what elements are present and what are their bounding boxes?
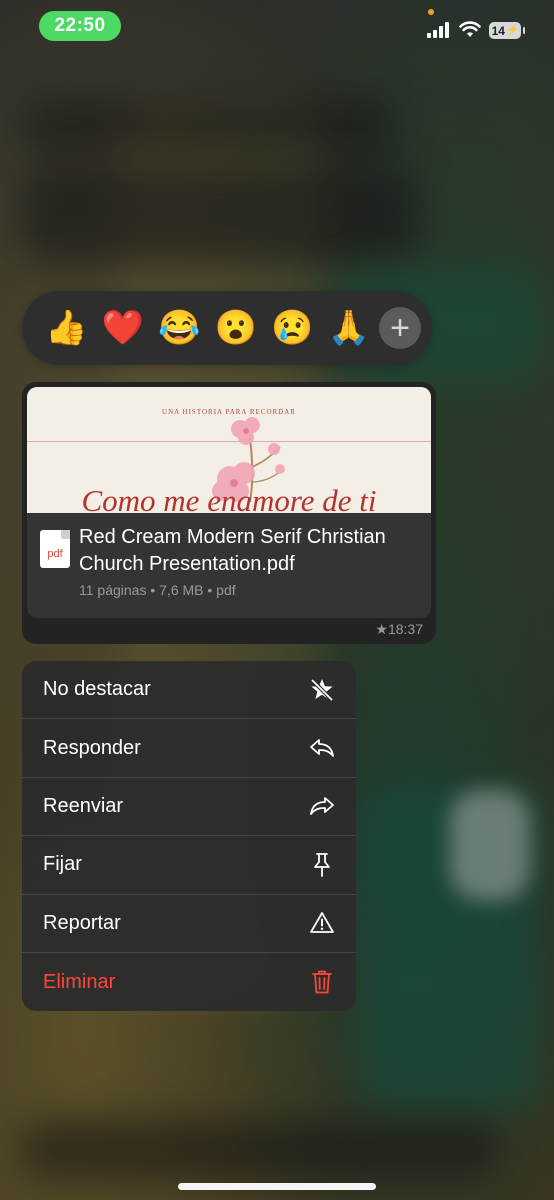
message-timestamp: ★18:37 (375, 621, 423, 637)
unstar-icon (309, 677, 335, 703)
file-attachment[interactable]: pdf Red Cream Modern Serif Christian Chu… (27, 513, 431, 618)
file-name: Red Cream Modern Serif Christian Church … (79, 526, 386, 575)
home-indicator[interactable] (178, 1183, 376, 1190)
menu-item-label: Eliminar (43, 970, 116, 993)
menu-item-unstar[interactable]: No destacar (22, 661, 356, 720)
menu-item-label: Reportar (43, 911, 121, 934)
cellular-signal-icon (427, 22, 451, 38)
menu-item-report[interactable]: Reportar (22, 895, 356, 953)
menu-item-label: Responder (43, 736, 141, 759)
reaction-crying[interactable]: 😢 (264, 300, 321, 356)
reaction-praying-hands[interactable]: 🙏 (321, 300, 378, 356)
more-reactions-button[interactable]: + (379, 307, 421, 349)
pdf-file-icon: pdf (40, 530, 70, 568)
file-meta: 11 páginas • 7,6 MB • pdf (79, 582, 236, 598)
menu-item-forward[interactable]: Reenviar (22, 778, 356, 837)
trash-icon (309, 969, 335, 995)
menu-item-pin[interactable]: Fijar (22, 836, 356, 895)
menu-item-label: No destacar (43, 678, 151, 701)
privacy-indicator-dot (428, 9, 434, 15)
message-bubble[interactable]: UNA HISTORIA PARA RECORDAR Como me enamo… (22, 382, 436, 644)
message-context-menu: No destacar Responder Reenviar Fijar Rep… (22, 661, 356, 1011)
status-bar: 22:50 14 ⚡ (0, 0, 554, 52)
warning-icon (309, 910, 335, 936)
menu-item-delete[interactable]: Eliminar (22, 953, 356, 1011)
wifi-icon (459, 21, 481, 37)
reaction-bar: 👍 ❤️ 😂 😮 😢 🙏 + (22, 291, 432, 365)
battery-icon: 14 ⚡ (489, 22, 525, 39)
battery-level: 14 (491, 23, 505, 38)
preview-title: Como me enamore de ti (81, 483, 377, 513)
reaction-heart[interactable]: ❤️ (95, 300, 152, 356)
reaction-surprised[interactable]: 😮 (208, 300, 265, 356)
document-preview[interactable]: UNA HISTORIA PARA RECORDAR Como me enamo… (27, 387, 431, 513)
menu-item-label: Reenviar (43, 794, 124, 817)
reply-icon (309, 735, 335, 761)
menu-item-reply[interactable]: Responder (22, 719, 356, 778)
forward-icon (309, 793, 335, 819)
reaction-laughing[interactable]: 😂 (151, 300, 208, 356)
pin-icon (309, 852, 335, 878)
menu-item-label: Fijar (43, 853, 82, 876)
reaction-thumbs-up[interactable]: 👍 (38, 300, 95, 356)
status-time[interactable]: 22:50 (39, 11, 121, 41)
